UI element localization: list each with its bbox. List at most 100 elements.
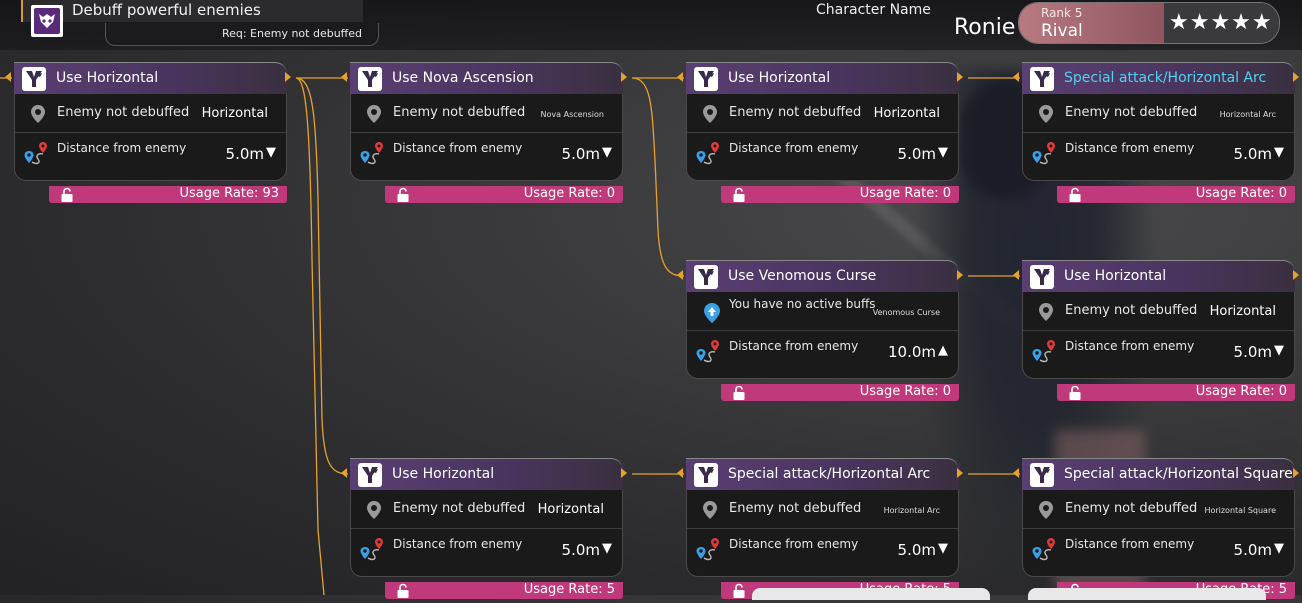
- tactic-node[interactable]: Special attack/Horizontal Arc Enemy not …: [1013, 62, 1299, 204]
- skill-icon: [358, 67, 382, 91]
- distance-icon: [359, 141, 389, 171]
- usage-rate-bar[interactable]: Usage Rate: 0: [1057, 186, 1295, 203]
- distance-value: 5.0m: [897, 145, 936, 163]
- connector-out-arrow-icon: [957, 468, 963, 478]
- connector-in-arrow-icon: [1013, 270, 1019, 280]
- distance-row[interactable]: Distance from enemy 5.0m ▼: [1023, 133, 1294, 179]
- condition-skill: Horizontal: [201, 106, 268, 121]
- condition-row[interactable]: Enemy not debuffed Horizontal: [351, 490, 622, 529]
- node-body: Enemy not debuffed Horizontal Distance f…: [14, 94, 287, 181]
- condition-row[interactable]: You have no active buffs Venomous Curse: [687, 292, 958, 331]
- lock-icon: [731, 187, 747, 203]
- usage-rate-bar[interactable]: Usage Rate: 0: [721, 384, 959, 401]
- condition-skill: Horizontal Arc: [883, 506, 940, 515]
- connector-in-arrow-icon: [677, 72, 683, 82]
- distance-value: 5.0m: [1233, 343, 1272, 361]
- tactic-node[interactable]: Special attack/Horizontal Square Enemy n…: [1013, 458, 1299, 600]
- connector-in-arrow-icon: [677, 270, 683, 280]
- node-title: Special attack/Horizontal Arc: [728, 466, 931, 482]
- node-header[interactable]: Use Horizontal: [677, 62, 963, 95]
- usage-rate-bar[interactable]: Usage Rate: 0: [721, 186, 959, 203]
- usage-rate-bar[interactable]: Usage Rate: 93: [49, 186, 287, 203]
- distance-row[interactable]: Distance from enemy 10.0m ▲: [687, 331, 958, 377]
- skill-icon: [694, 67, 718, 91]
- tactic-node[interactable]: Use Horizontal Enemy not debuffed Horizo…: [341, 458, 627, 600]
- node-body: Enemy not debuffed Horizontal Arc Distan…: [1022, 94, 1295, 181]
- lock-icon: [731, 385, 747, 401]
- pin-icon: [1037, 302, 1055, 326]
- distance-row[interactable]: Distance from enemy 5.0m ▼: [687, 133, 958, 179]
- condition-row[interactable]: Enemy not debuffed Horizontal: [687, 94, 958, 133]
- buff-icon: [701, 302, 723, 328]
- lock-icon: [395, 187, 411, 203]
- condition-skill: Horizontal: [873, 106, 940, 121]
- condition-row[interactable]: Enemy not debuffed Horizontal: [15, 94, 286, 133]
- distance-label: Distance from enemy: [393, 537, 523, 551]
- tactic-node[interactable]: Special attack/Horizontal Arc Enemy not …: [677, 458, 963, 600]
- distance-direction-icon: ▼: [266, 145, 276, 160]
- node-title: Use Venomous Curse: [728, 268, 877, 284]
- distance-label: Distance from enemy: [57, 141, 187, 155]
- distance-value: 5.0m: [561, 541, 600, 559]
- tactic-node[interactable]: Use Horizontal Enemy not debuffed Horizo…: [1013, 260, 1299, 402]
- node-header[interactable]: Use Horizontal: [341, 458, 627, 491]
- distance-icon: [695, 537, 725, 567]
- distance-row[interactable]: Distance from enemy 5.0m ▼: [351, 133, 622, 179]
- node-header[interactable]: Use Horizontal: [5, 62, 291, 95]
- lock-icon: [731, 583, 747, 599]
- condition-text: Enemy not debuffed: [1065, 501, 1198, 516]
- distance-direction-icon: ▼: [602, 541, 612, 556]
- tactic-node[interactable]: Use Horizontal Enemy not debuffed Horizo…: [677, 62, 963, 204]
- tactic-node[interactable]: Use Horizontal Enemy not debuffed Horizo…: [5, 62, 291, 204]
- condition-skill: Horizontal: [1209, 304, 1276, 319]
- distance-icon: [1031, 537, 1061, 567]
- condition-row[interactable]: Enemy not debuffed Horizontal Arc: [1023, 94, 1294, 133]
- node-body: Enemy not debuffed Horizontal Square Dis…: [1022, 490, 1295, 577]
- distance-row[interactable]: Distance from enemy 5.0m ▼: [351, 529, 622, 575]
- distance-row[interactable]: Distance from enemy 5.0m ▼: [1023, 529, 1294, 575]
- usage-rate: Usage Rate: 0: [1195, 384, 1287, 399]
- distance-label: Distance from enemy: [393, 141, 523, 155]
- distance-direction-icon: ▼: [938, 145, 948, 160]
- distance-direction-icon: ▼: [1274, 145, 1284, 160]
- skill-icon: [1030, 67, 1054, 91]
- node-header[interactable]: Use Venomous Curse: [677, 260, 963, 293]
- usage-rate-bar[interactable]: Usage Rate: 0: [1057, 384, 1295, 401]
- distance-direction-icon: ▼: [938, 541, 948, 556]
- distance-row[interactable]: Distance from enemy 5.0m ▼: [15, 133, 286, 179]
- pin-icon: [365, 500, 383, 524]
- distance-label: Distance from enemy: [1065, 141, 1195, 155]
- skill-icon: [694, 265, 718, 289]
- usage-rate-bar[interactable]: Usage Rate: 5: [385, 582, 623, 599]
- distance-icon: [695, 141, 725, 171]
- distance-row[interactable]: Distance from enemy 5.0m ▼: [1023, 331, 1294, 377]
- distance-icon: [695, 339, 725, 369]
- distance-icon: [1031, 339, 1061, 369]
- condition-text: Enemy not debuffed: [1065, 303, 1198, 318]
- node-header[interactable]: Special attack/Horizontal Square: [1013, 458, 1299, 491]
- condition-text: Enemy not debuffed: [1065, 105, 1198, 120]
- pin-icon: [365, 104, 383, 128]
- tactic-node[interactable]: Use Nova Ascension Enemy not debuffed No…: [341, 62, 627, 204]
- node-header[interactable]: Special attack/Horizontal Arc: [677, 458, 963, 491]
- condition-row[interactable]: Enemy not debuffed Horizontal Square: [1023, 490, 1294, 529]
- distance-icon: [23, 141, 53, 171]
- condition-text: Enemy not debuffed: [729, 105, 862, 120]
- condition-text: Enemy not debuffed: [57, 105, 190, 120]
- condition-row[interactable]: Enemy not debuffed Nova Ascension: [351, 94, 622, 133]
- usage-rate-bar[interactable]: Usage Rate: 0: [385, 186, 623, 203]
- connector-in-arrow-icon: [341, 72, 347, 82]
- connector-out-arrow-icon: [285, 72, 291, 82]
- condition-row[interactable]: Enemy not debuffed Horizontal: [1023, 292, 1294, 331]
- node-body: Enemy not debuffed Horizontal Distance f…: [350, 490, 623, 577]
- node-header[interactable]: Special attack/Horizontal Arc: [1013, 62, 1299, 95]
- node-body: Enemy not debuffed Horizontal Distance f…: [686, 94, 959, 181]
- distance-value: 5.0m: [897, 541, 936, 559]
- condition-skill: Venomous Curse: [872, 308, 940, 317]
- connector-in-arrow-icon: [677, 468, 683, 478]
- node-header[interactable]: Use Horizontal: [1013, 260, 1299, 293]
- tactic-node[interactable]: Use Venomous Curse You have no active bu…: [677, 260, 963, 402]
- condition-row[interactable]: Enemy not debuffed Horizontal Arc: [687, 490, 958, 529]
- node-header[interactable]: Use Nova Ascension: [341, 62, 627, 95]
- distance-row[interactable]: Distance from enemy 5.0m ▼: [687, 529, 958, 575]
